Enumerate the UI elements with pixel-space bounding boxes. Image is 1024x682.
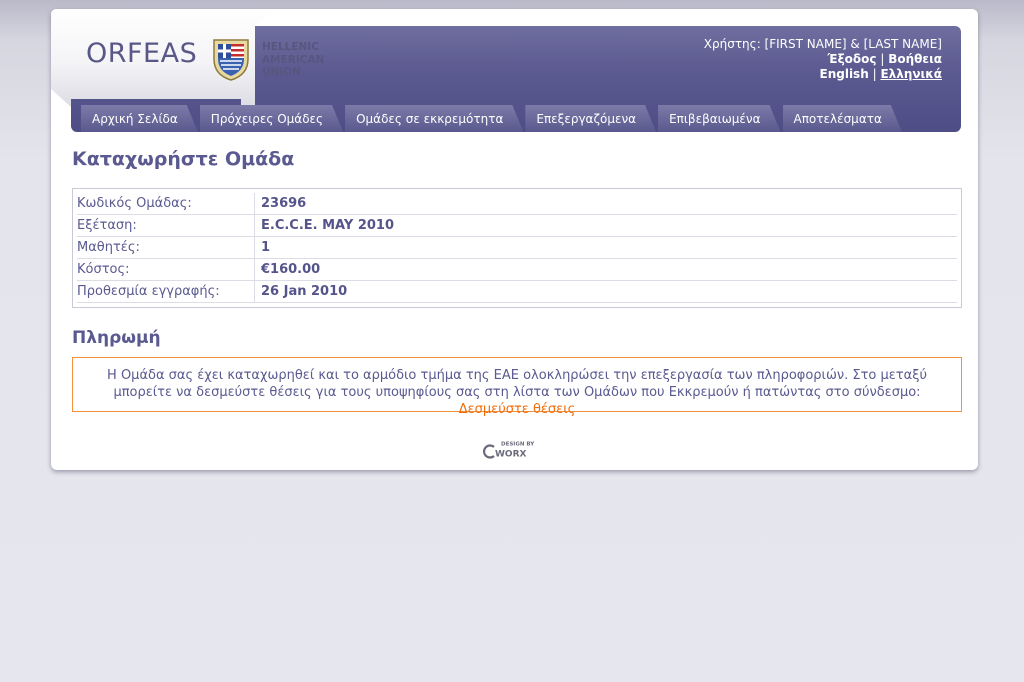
separator: | <box>872 67 877 81</box>
detail-label: Προθεσμία εγγραφής: <box>77 281 255 302</box>
detail-label: Κωδικός Ομάδας: <box>77 193 255 214</box>
tab-results[interactable]: Αποτελέσματα <box>783 105 902 132</box>
detail-label: Κόστος: <box>77 259 255 280</box>
org-line: HELLENIC <box>262 41 319 53</box>
reserve-seats-link[interactable]: Δεσμεύστε θέσεις <box>459 402 575 417</box>
tab-processing[interactable]: Επεξεργαζόμενα <box>525 105 656 132</box>
payment-title: Πληρωμή <box>72 328 161 348</box>
hau-shield-icon <box>213 39 249 81</box>
payment-text: Η Ομάδα σας έχει καταχωρηθεί και το αρμό… <box>107 368 927 400</box>
org-name: HELLENIC AMERICAN UNION <box>262 41 324 79</box>
table-row: Κωδικός Ομάδας: 23696 <box>77 193 957 215</box>
brand-logo-text: ORFEAS <box>86 38 198 69</box>
user-name-label: Χρήστης: [FIRST NAME] & [LAST NAME] <box>703 37 942 51</box>
group-details-table: Κωδικός Ομάδας: 23696 Εξέταση: E.C.C.E. … <box>72 188 962 308</box>
footer-design-by: DESIGN BY <box>501 442 535 448</box>
tab-home[interactable]: Αρχική Σελίδα <box>81 105 198 132</box>
page-title: Καταχωρήστε Ομάδα <box>72 148 295 170</box>
separator: | <box>880 52 885 66</box>
org-line: UNION <box>262 66 301 78</box>
tab-label: Πρόχειρες Ομάδες <box>210 112 324 126</box>
main-nav: Αρχική Σελίδα Πρόχειρες Ομάδες Ομάδες σε… <box>81 105 904 132</box>
detail-value: 1 <box>261 240 271 255</box>
table-row: Κόστος: €160.00 <box>77 259 957 281</box>
tab-pending-groups[interactable]: Ομάδες σε εκκρεμότητα <box>345 105 523 132</box>
tab-label: Επεξεργαζόμενα <box>536 112 637 126</box>
help-link[interactable]: Βοήθεια <box>888 52 942 66</box>
detail-value: 23696 <box>261 196 307 211</box>
org-line: AMERICAN <box>262 53 325 66</box>
tab-label: Επιβεβαιωμένα <box>669 112 761 126</box>
logout-link[interactable]: Έξοδος <box>827 52 876 66</box>
tab-label: Αποτελέσματα <box>793 112 882 126</box>
footer-brand: WORX <box>495 450 527 460</box>
tab-draft-groups[interactable]: Πρόχειρες Ομάδες <box>200 105 343 132</box>
detail-value: 26 Jan 2010 <box>261 284 348 299</box>
detail-value: €160.00 <box>261 262 321 277</box>
main-card: ORFEAS HELLENIC AMERICAN UNION Χρήστης: … <box>51 9 978 470</box>
payment-notice: Η Ομάδα σας έχει καταχωρηθεί και το αρμό… <box>72 357 962 417</box>
detail-value: E.C.C.E. MAY 2010 <box>261 218 394 233</box>
tab-confirmed[interactable]: Επιβεβαιωμένα <box>658 105 780 132</box>
lang-greek-link[interactable]: Ελληνικά <box>880 67 942 81</box>
tab-label: Αρχική Σελίδα <box>92 112 178 126</box>
table-row: Εξέταση: E.C.C.E. MAY 2010 <box>77 215 957 237</box>
lang-english-link[interactable]: English <box>820 67 869 81</box>
table-row: Προθεσμία εγγραφής: 26 Jan 2010 <box>77 281 957 303</box>
detail-label: Εξέταση: <box>77 215 255 236</box>
detail-label: Μαθητές: <box>77 237 255 258</box>
worx-footer-logo[interactable]: DESIGN BY WORX <box>483 439 547 459</box>
tab-label: Ομάδες σε εκκρεμότητα <box>356 112 504 126</box>
table-row: Μαθητές: 1 <box>77 237 957 259</box>
user-panel: Χρήστης: [FIRST NAME] & [LAST NAME] Έξοδ… <box>704 37 942 82</box>
